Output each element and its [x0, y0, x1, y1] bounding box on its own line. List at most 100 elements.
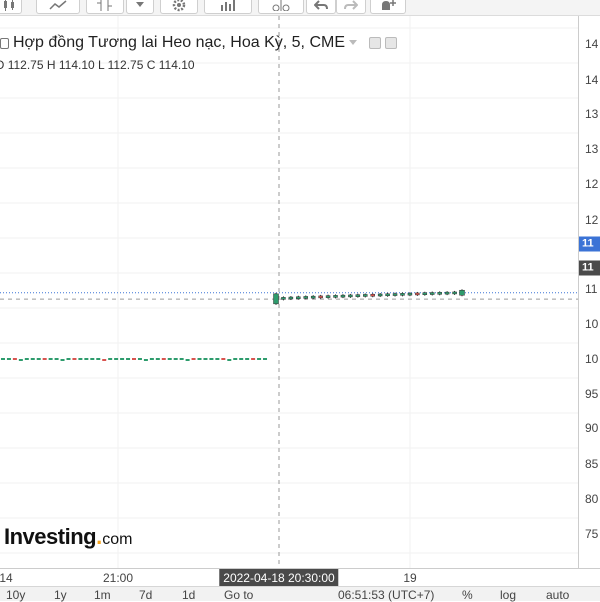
candle: [209, 358, 214, 360]
candle: [132, 358, 136, 360]
logo-com: com: [102, 531, 133, 548]
settings-button[interactable]: [160, 0, 198, 14]
candle: [377, 293, 383, 297]
candle: [227, 359, 232, 361]
price-chart[interactable]: [0, 16, 578, 568]
candle: [263, 358, 268, 360]
candle: [90, 358, 95, 360]
candle: [221, 358, 226, 360]
candle: [24, 358, 29, 360]
price-tick: 80: [585, 492, 599, 506]
price-tick: 90: [585, 421, 599, 435]
ohlc-values: O 112.75 H 114.10 L 112.75 C 114.10: [0, 58, 195, 72]
candles-button[interactable]: [0, 0, 22, 14]
scale-icon: [272, 0, 290, 11]
add-alert-icon: [382, 0, 396, 10]
collapse-legend-icon[interactable]: [0, 37, 9, 49]
candle: [203, 358, 208, 360]
candle: [96, 358, 101, 360]
candle: [12, 358, 17, 360]
candle: [333, 295, 338, 298]
candle: [215, 358, 220, 360]
price-tick: 11: [585, 282, 598, 296]
bar-chart-icon: [221, 0, 235, 11]
candle: [60, 359, 65, 361]
candle: [114, 358, 119, 360]
indicators-icon: [49, 0, 67, 10]
high-label: H: [46, 58, 56, 72]
candle: [400, 293, 405, 296]
candle: [233, 358, 238, 360]
candle: [452, 291, 457, 295]
candle: [325, 295, 331, 298]
price-tick: 14: [585, 37, 599, 51]
legend-settings-icon[interactable]: [385, 37, 397, 49]
price-tick: 13: [585, 142, 599, 156]
candle: [66, 358, 71, 360]
settings-icon: [172, 0, 186, 12]
candle: [459, 289, 465, 296]
price-tick: 12: [585, 177, 599, 191]
candle: [273, 293, 279, 305]
chevron-down-icon[interactable]: [349, 40, 357, 46]
candle: [348, 294, 353, 298]
candle: [102, 359, 107, 361]
price-tick: 14: [585, 73, 599, 87]
redo-button[interactable]: [336, 0, 366, 14]
open-value: 112.75: [7, 58, 44, 72]
candle: [437, 292, 442, 295]
low-label: L: [98, 58, 105, 72]
candle: [72, 358, 77, 360]
candle: [363, 294, 368, 297]
candles-icon: [4, 0, 14, 11]
candle: [185, 359, 190, 361]
candle: [303, 296, 309, 299]
open-label: O: [0, 58, 4, 72]
candle: [340, 294, 346, 298]
add-alert-button[interactable]: [370, 0, 406, 14]
time-tick: 14: [0, 571, 13, 585]
candle: [137, 358, 142, 360]
candle: [155, 358, 160, 360]
candle: [245, 358, 250, 360]
bar-chart-button[interactable]: [204, 0, 252, 14]
candle: [18, 359, 23, 361]
undo-button[interactable]: [306, 0, 336, 14]
crosshair-price-tag: 11: [579, 260, 600, 276]
candle: [370, 293, 375, 297]
price-tick: 75: [585, 527, 599, 541]
time-tick: 21:00: [102, 571, 134, 585]
candle: [36, 358, 41, 360]
chart-toolbar: [0, 0, 600, 16]
candle: [30, 358, 35, 360]
eye-icon[interactable]: [369, 37, 381, 49]
draw-tools-icon: [97, 0, 112, 11]
candle: [167, 358, 172, 360]
candle: [257, 358, 262, 360]
draw-tools-button[interactable]: [86, 0, 124, 14]
candle: [6, 358, 11, 360]
candle: [385, 293, 390, 297]
candle: [422, 292, 428, 295]
candle: [281, 297, 286, 300]
candle: [42, 358, 47, 360]
chart-plot-area[interactable]: [0, 16, 578, 568]
indicators-button[interactable]: [36, 0, 80, 14]
candle: [161, 358, 166, 360]
candle: [429, 292, 435, 295]
time-axis[interactable]: 14 21:00 2022-04-18 20:30:00 19: [0, 568, 600, 587]
price-axis[interactable]: 14 14 13 13 12 12 11 10 10 95 90 85 80 7…: [578, 16, 600, 568]
candle: [239, 358, 244, 360]
price-tick: 13: [585, 107, 599, 121]
candle: [415, 292, 420, 296]
investing-logo: Investing. com: [4, 524, 133, 549]
price-tick: 12: [585, 213, 599, 227]
candle: [84, 358, 89, 360]
chart-legend-title: Hợp đồng Tương lai Heo nạc, Hoa Kỳ, 5, C…: [0, 34, 397, 52]
price-tick: 10: [585, 352, 599, 366]
scale-button[interactable]: [258, 0, 304, 14]
dropdown-button[interactable]: [126, 0, 154, 14]
candle: [54, 358, 59, 360]
candle: [197, 358, 202, 360]
candle: [143, 359, 148, 361]
